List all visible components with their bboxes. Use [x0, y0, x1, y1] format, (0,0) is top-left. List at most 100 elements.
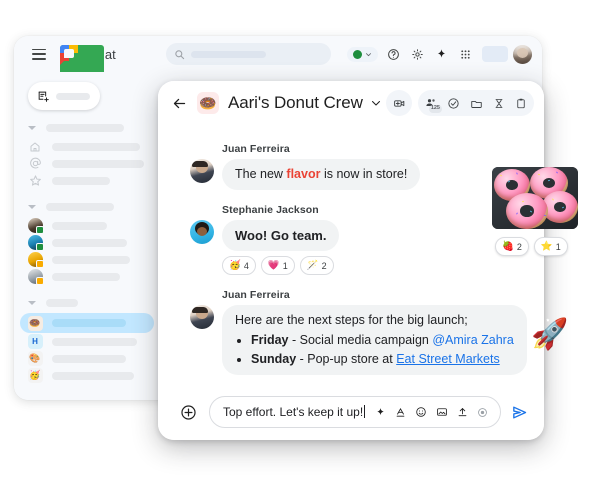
- bullet-dash: -: [288, 333, 300, 348]
- format-text-button[interactable]: [395, 407, 406, 418]
- message-bubble[interactable]: Here are the next steps for the big laun…: [222, 305, 527, 376]
- message-bubble[interactable]: The new flavor is now in store!: [222, 159, 421, 190]
- presence-status-button[interactable]: [347, 46, 378, 62]
- left-nav: 🍩 H 🎨 🥳: [14, 72, 154, 400]
- add-attachment-button[interactable]: [180, 404, 197, 421]
- video-call-add-icon: [393, 99, 404, 107]
- pink-heart-emoji: 💗: [267, 260, 280, 272]
- reaction-count: 4: [243, 260, 249, 271]
- nav-section-header[interactable]: [26, 295, 154, 311]
- clipboard-button[interactable]: [515, 97, 527, 110]
- home-icon: [26, 141, 44, 153]
- donuts-photo-attachment[interactable]: [492, 167, 578, 229]
- presence-badge: [35, 260, 44, 268]
- sidebar-label: [52, 354, 126, 363]
- sidebar-item-space-art[interactable]: 🎨: [26, 350, 154, 367]
- message-input[interactable]: Top effort. Let's keep it up!: [209, 396, 501, 428]
- sidebar-item-space-h[interactable]: H: [26, 333, 154, 350]
- presence-dot-icon: [353, 49, 362, 59]
- message-item: Juan Ferreira Here are the next steps fo…: [158, 289, 544, 376]
- mentions-at-icon: [26, 157, 44, 170]
- check-circle-icon: [448, 97, 459, 109]
- send-button[interactable]: [511, 404, 528, 421]
- chat-header-icon-group: 125: [418, 90, 534, 116]
- person-avatar: [27, 235, 44, 251]
- files-button[interactable]: [470, 97, 483, 110]
- back-button[interactable]: [172, 96, 187, 111]
- sidebar-label: [52, 142, 140, 151]
- search-input[interactable]: [166, 43, 331, 65]
- hourglass-button[interactable]: [493, 97, 505, 110]
- nav-section-header[interactable]: [26, 199, 154, 215]
- message-text-after: is now in store!: [320, 167, 408, 181]
- rocket-sticker: 🚀: [531, 318, 569, 351]
- sidebar-item-dm[interactable]: [26, 268, 154, 285]
- chevron-down-icon: [371, 100, 380, 106]
- star-reaction[interactable]: ⭐ 1: [533, 237, 568, 256]
- strawberry-reaction[interactable]: 🍓 2: [495, 237, 529, 256]
- gemini-button[interactable]: [430, 43, 452, 65]
- folder-icon: [471, 100, 482, 108]
- sidebar-item-dm[interactable]: [26, 251, 154, 268]
- strawberry-emoji: 🍓: [502, 240, 514, 252]
- help-circle-icon: [387, 48, 399, 60]
- upload-attach-button[interactable]: [457, 406, 468, 418]
- message-text-before: The new: [235, 167, 287, 181]
- sidebar-item-starred[interactable]: [26, 172, 154, 189]
- message-input-value: Top effort. Let's keep it up!: [223, 405, 366, 419]
- sparkle-icon: [437, 48, 445, 58]
- help-button[interactable]: [382, 43, 404, 65]
- avatar: [190, 219, 214, 244]
- sidebar-label: [52, 238, 127, 247]
- sidebar-item-dm[interactable]: [26, 234, 154, 251]
- new-chat-button[interactable]: [28, 82, 100, 110]
- tasks-button[interactable]: [447, 97, 460, 110]
- composer-text-span: Top effort. Let's keep it up!: [223, 405, 364, 419]
- reaction-count: 1: [555, 241, 561, 252]
- sidebar-label: [52, 221, 107, 230]
- pink-heart-reaction[interactable]: 💗 1: [260, 256, 295, 276]
- history-toggle-button[interactable]: [477, 407, 488, 418]
- nav-section-label: [46, 203, 114, 211]
- message-item: Stephanie Jackson Woo! Go team. 🥳 4 💗 1 …: [158, 204, 544, 276]
- search-placeholder-pill: [191, 50, 266, 58]
- person-avatar: [27, 269, 44, 285]
- gemini-sparkle-button[interactable]: [375, 407, 386, 418]
- apps-button[interactable]: [454, 43, 476, 65]
- gif-image-button[interactable]: [436, 406, 448, 418]
- room-options-button[interactable]: [370, 97, 382, 109]
- hamburger-menu-icon[interactable]: [32, 48, 46, 60]
- text-caret: [364, 405, 366, 418]
- reaction-count: 2: [516, 241, 522, 252]
- sidebar-item-dm[interactable]: [26, 217, 154, 234]
- chat-header-actions: 125: [386, 90, 534, 116]
- sidebar-item-mentions[interactable]: [26, 155, 154, 172]
- emoji-button[interactable]: [415, 406, 427, 418]
- photo-reaction-list: 🍓 2 ⭐ 1: [495, 237, 568, 256]
- settings-button[interactable]: [406, 43, 428, 65]
- bullet-dash: -: [296, 352, 308, 367]
- letter-h-avatar: H: [27, 334, 43, 349]
- start-video-call-button[interactable]: [386, 90, 412, 116]
- sidebar-item-space-party[interactable]: 🥳: [26, 367, 154, 384]
- nav-section-header[interactable]: [26, 120, 154, 136]
- chat-header: 🍩 Aari's Donut Crew 125: [158, 81, 544, 125]
- list-item: Sunday - Pop-up store at Eat Street Mark…: [251, 351, 514, 368]
- search-icon: [175, 49, 185, 59]
- mention-link[interactable]: @Amira Zahra: [432, 333, 513, 347]
- message-highlight: flavor: [286, 167, 321, 181]
- sparkle-wand-reaction[interactable]: 🪄 2: [299, 256, 334, 276]
- sidebar-item-home[interactable]: [26, 138, 154, 155]
- donut-emoji: 🍩: [197, 92, 219, 114]
- presence-badge: [35, 243, 44, 251]
- account-avatar[interactable]: [513, 44, 532, 64]
- starred-star-icon: [26, 174, 44, 187]
- members-button[interactable]: 125: [425, 97, 442, 113]
- emoji-icon: [416, 407, 426, 417]
- party-face-reaction[interactable]: 🥳 4: [222, 256, 256, 276]
- external-link[interactable]: Eat Street Markets: [396, 352, 500, 366]
- sidebar-item-aaris-donut-crew[interactable]: 🍩: [20, 313, 154, 333]
- reaction-count: 1: [282, 260, 288, 271]
- message-bubble[interactable]: Woo! Go team.: [222, 219, 340, 252]
- art-palette-emoji: 🎨: [27, 351, 43, 366]
